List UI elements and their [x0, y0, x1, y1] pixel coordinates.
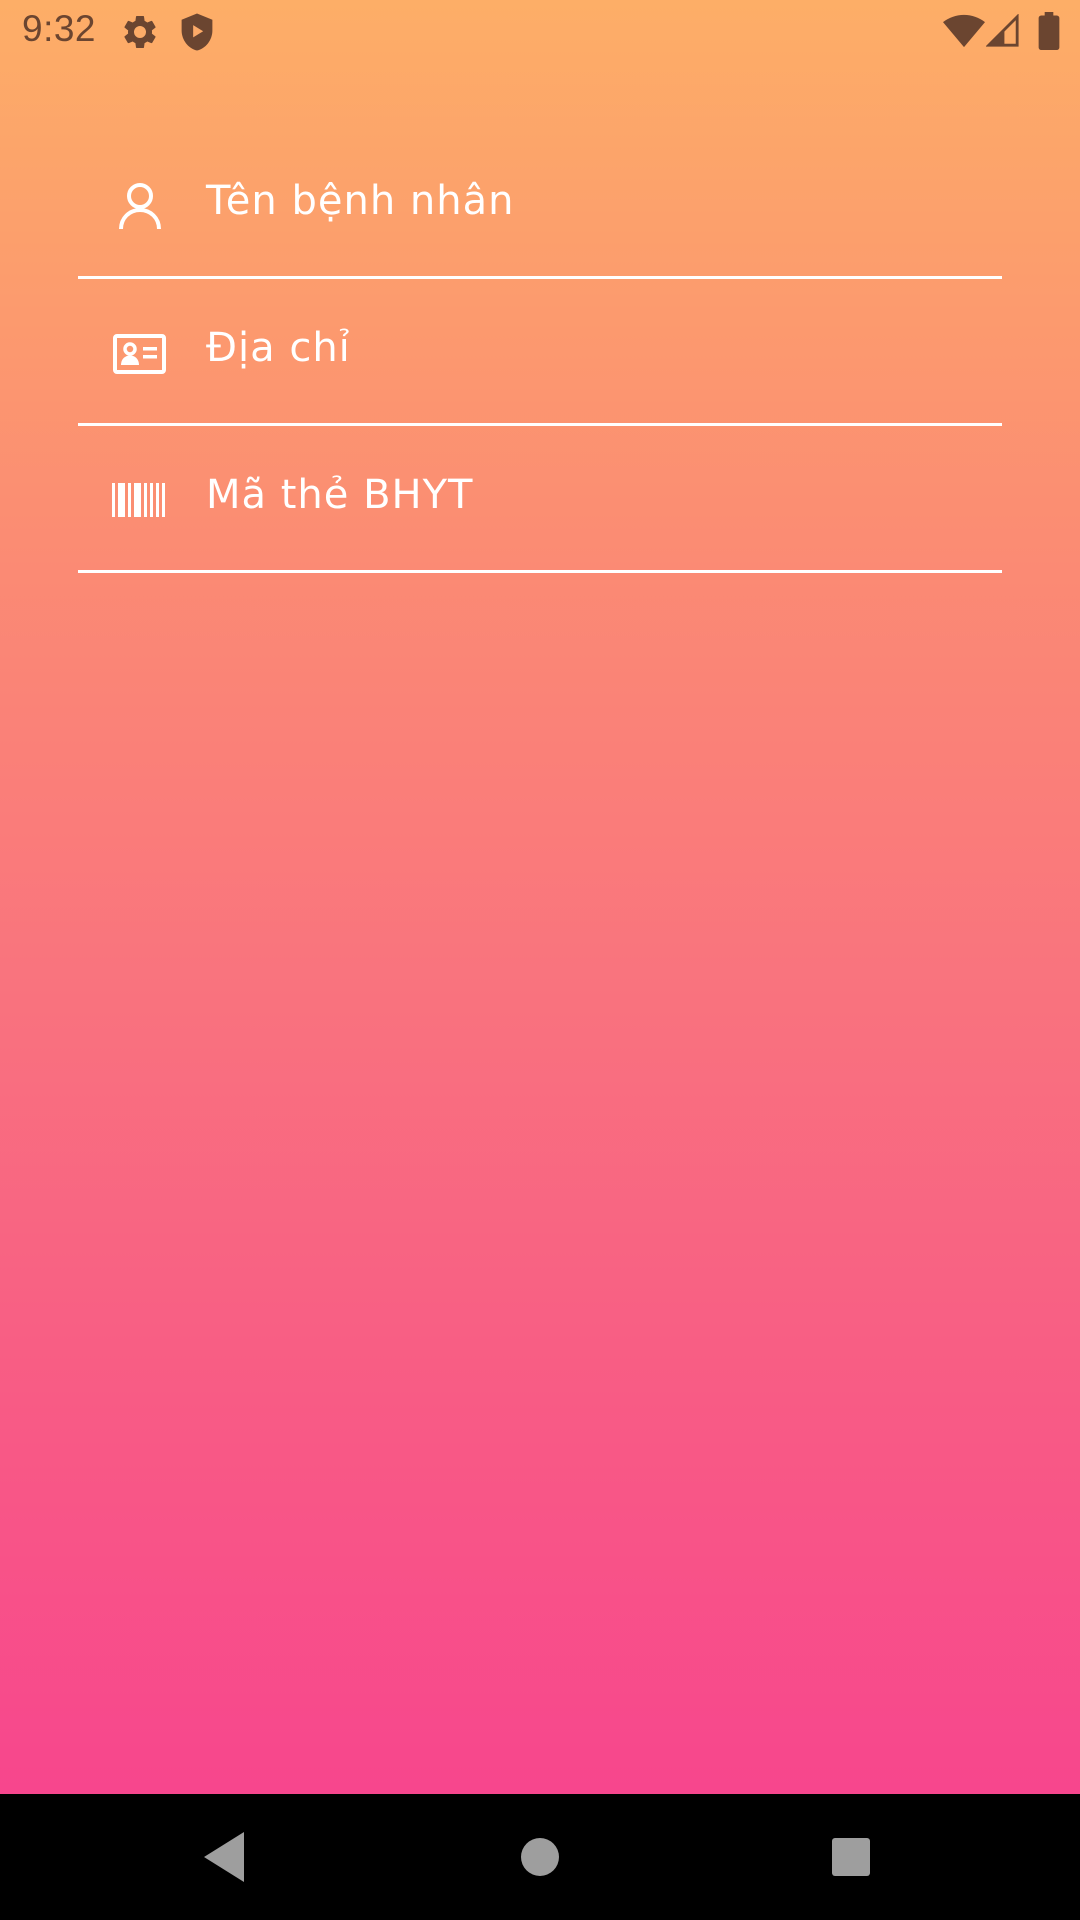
insurance-card-placeholder: Mã thẻ BHYT	[206, 472, 474, 518]
navigation-bar	[0, 1794, 1080, 1920]
shield-play-icon	[181, 13, 213, 51]
insurance-card-field[interactable]: Mã thẻ BHYT	[78, 429, 1002, 573]
wifi-icon	[943, 14, 985, 48]
home-icon[interactable]	[507, 1824, 573, 1890]
person-icon	[119, 183, 161, 230]
patient-name-field[interactable]: Tên bệnh nhân	[78, 135, 1002, 279]
back-icon[interactable]	[192, 1824, 258, 1890]
patient-name-placeholder: Tên bệnh nhân	[206, 178, 515, 224]
gear-icon	[124, 15, 156, 48]
address-field[interactable]: Địa chỉ	[78, 282, 1002, 426]
status-bar: 9:32	[0, 0, 1080, 63]
status-time: 9:32	[22, 8, 97, 49]
battery-icon	[1038, 12, 1060, 50]
signal-icon	[986, 14, 1019, 47]
id-card-icon	[113, 334, 166, 374]
address-placeholder: Địa chỉ	[206, 325, 351, 371]
barcode-icon	[112, 483, 165, 517]
recents-icon[interactable]	[818, 1824, 884, 1890]
app-screen: 9:32 Tên bệnh nhân Địa chỉ Mã thẻ BHYT	[0, 0, 1080, 1794]
